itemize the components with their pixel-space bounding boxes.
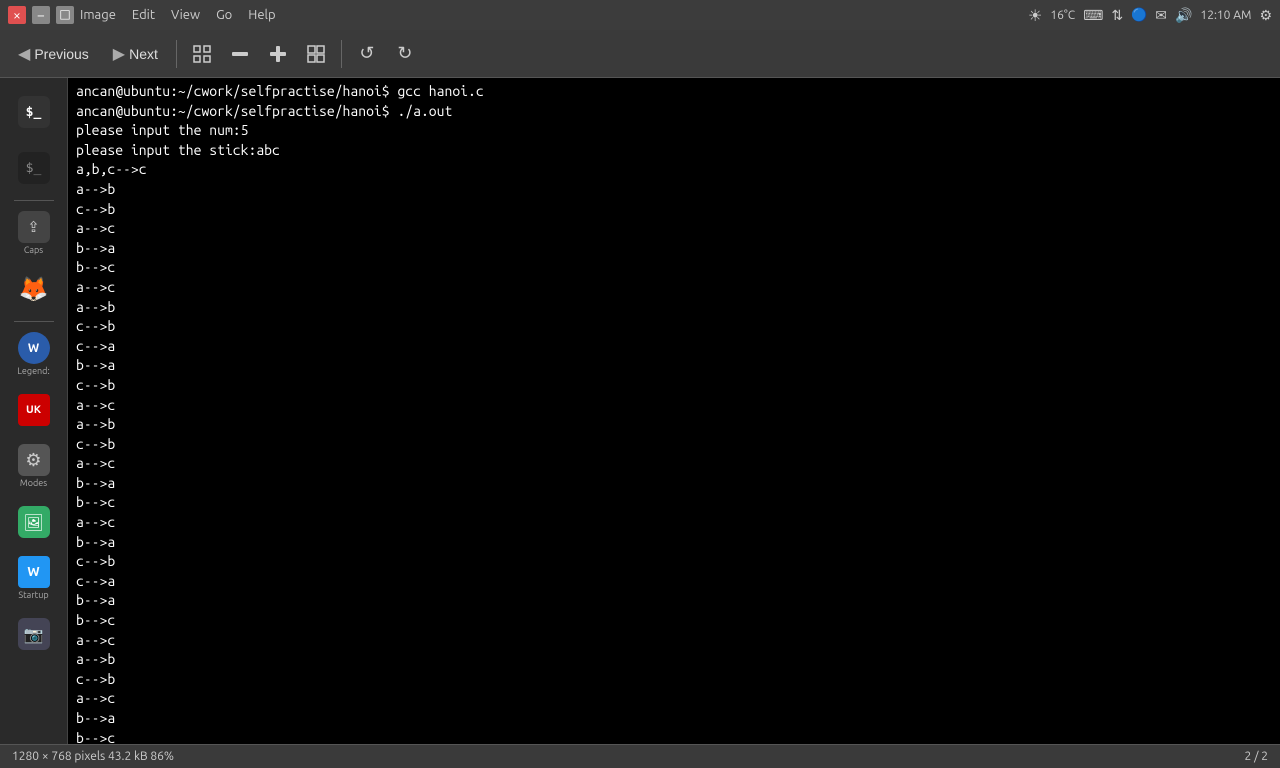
sidebar-item-uk[interactable]: UK <box>8 384 60 436</box>
previous-arrow-icon: ◀ <box>18 44 30 64</box>
sidebar-item-camera[interactable]: 📷 <box>8 608 60 660</box>
modes-label: Modes <box>20 478 47 488</box>
word-startup-label: Startup <box>18 590 48 600</box>
sidebar-item-modes[interactable]: ⚙ Modes <box>8 440 60 492</box>
settings-icon[interactable]: ⚙ <box>1259 7 1272 24</box>
redo-button[interactable]: ↻ <box>388 37 422 71</box>
terminal2-icon: $_ <box>18 152 50 184</box>
sidebar-item-terminal[interactable]: $_ <box>8 86 60 138</box>
uk-icon: UK <box>18 394 50 426</box>
maximize-button[interactable] <box>56 6 74 24</box>
sidebar-item-firefox[interactable]: 🦊 <box>8 263 60 315</box>
io-icon: ⇅ <box>1111 7 1123 24</box>
keyboard-icon: ⌨ <box>1083 7 1103 24</box>
sidebar-item-word-startup[interactable]: W Startup <box>8 552 60 604</box>
word-startup-icon: W <box>18 556 50 588</box>
system-tray: ☀ 16°C ⌨ ⇅ 🔵 ✉ 🔊 12:10 AM ⚙ <box>1028 6 1272 25</box>
mail-icon: ✉ <box>1155 7 1167 24</box>
previous-label: Previous <box>34 46 88 62</box>
main-area: $_ $_ ⇪ Caps 🦊 W Legend: UK ⚙ Modes 🖼 W <box>0 78 1280 744</box>
menu-image[interactable]: Image <box>80 8 116 22</box>
zoom-fit-button[interactable] <box>185 37 219 71</box>
toolbar: ◀ Previous ▶ Next ↺ ↻ <box>0 30 1280 78</box>
sidebar: $_ $_ ⇪ Caps 🦊 W Legend: UK ⚙ Modes 🖼 W <box>0 78 68 744</box>
titlebar-controls: Image Edit View Go Help <box>8 6 276 24</box>
caps-icon: ⇪ <box>18 211 50 243</box>
legend-label: Legend: <box>17 366 49 376</box>
sidebar-divider-2 <box>14 321 54 322</box>
next-label: Next <box>129 46 158 62</box>
sidebar-item-terminal2[interactable]: $_ <box>8 142 60 194</box>
temperature: 16°C <box>1050 9 1075 22</box>
terminal-text: ancan@ubuntu:~/cwork/selfpractise/hanoi$… <box>76 82 1272 744</box>
bluetooth-icon: 🔵 <box>1131 8 1147 23</box>
sidebar-item-img[interactable]: 🖼 <box>8 496 60 548</box>
menu-help[interactable]: Help <box>248 8 275 22</box>
next-button[interactable]: ▶ Next <box>103 38 168 70</box>
menu-bar: Image Edit View Go Help <box>80 8 276 22</box>
terminal-output[interactable]: ancan@ubuntu:~/cwork/selfpractise/hanoi$… <box>68 78 1280 744</box>
sidebar-divider-1 <box>14 200 54 201</box>
firefox-icon: 🦊 <box>18 273 50 305</box>
titlebar: Image Edit View Go Help ☀ 16°C ⌨ ⇅ 🔵 ✉ 🔊… <box>0 0 1280 30</box>
sidebar-item-caps[interactable]: ⇪ Caps <box>8 207 60 259</box>
volume-icon: 🔊 <box>1175 7 1192 24</box>
grid-button[interactable] <box>299 37 333 71</box>
sidebar-item-legend[interactable]: W Legend: <box>8 328 60 380</box>
previous-button[interactable]: ◀ Previous <box>8 38 99 70</box>
zoom-in-button[interactable] <box>261 37 295 71</box>
toolbar-separator-1 <box>176 40 177 68</box>
img-icon: 🖼 <box>18 506 50 538</box>
next-arrow-icon: ▶ <box>113 44 125 64</box>
zoom-out-button[interactable] <box>223 37 257 71</box>
menu-go[interactable]: Go <box>216 8 232 22</box>
modes-icon: ⚙ <box>18 444 50 476</box>
close-button[interactable] <box>8 6 26 24</box>
legend-icon: W <box>18 332 50 364</box>
undo-button[interactable]: ↺ <box>350 37 384 71</box>
clock: 12:10 AM <box>1200 9 1251 22</box>
camera-icon: 📷 <box>18 618 50 650</box>
statusbar-left: 1280 × 768 pixels 43.2 kB 86% <box>12 750 174 763</box>
terminal-icon: $_ <box>18 96 50 128</box>
minimize-button[interactable] <box>32 6 50 24</box>
sun-icon: ☀ <box>1028 6 1042 25</box>
caps-label: Caps <box>24 245 43 255</box>
statusbar: 1280 × 768 pixels 43.2 kB 86% 2 / 2 <box>0 744 1280 768</box>
toolbar-separator-2 <box>341 40 342 68</box>
menu-view[interactable]: View <box>171 8 200 22</box>
menu-edit[interactable]: Edit <box>132 8 155 22</box>
statusbar-right: 2 / 2 <box>1245 750 1268 763</box>
